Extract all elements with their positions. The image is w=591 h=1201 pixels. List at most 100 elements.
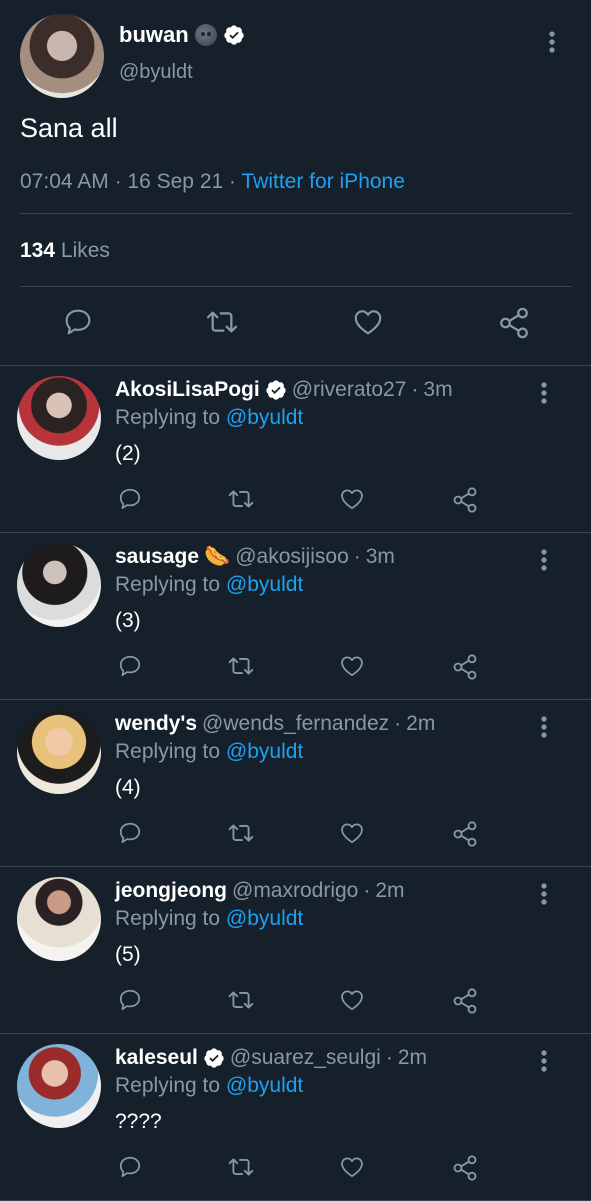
reply-header: wendy's @wends_fernandez · 2m [115,712,435,736]
handle[interactable]: @riverato27 [292,378,407,402]
tweet-meta: 07:04 AM · 16 Sep 21 · Twitter for iPhon… [20,170,405,194]
reply-header: kaleseul @suarez_seulgi · 2m [115,1046,427,1070]
reply-tweet[interactable]: jeongjeong @maxrodrigo · 2m Replying to … [0,866,591,1034]
reply-text: ???? [115,1110,162,1133]
reply-header: jeongjeong @maxrodrigo · 2m [115,879,405,903]
author-handle[interactable]: @byuldt [119,61,193,84]
display-name[interactable]: sausage [115,545,199,569]
separator: · [394,712,402,735]
reply-icon[interactable] [62,306,94,338]
reply-icon[interactable] [117,820,143,846]
share-icon[interactable] [451,1154,479,1182]
replying-to: Replying to @byuldt [115,1074,303,1098]
retweet-icon[interactable] [226,820,256,846]
display-name[interactable]: jeongjeong [115,879,227,903]
more-icon[interactable] [540,548,548,572]
reply-icon[interactable] [117,987,143,1013]
likes-count-link[interactable]: 134 Likes [20,239,110,263]
replying-to-handle[interactable]: @byuldt [226,406,303,429]
avatar[interactable] [17,877,101,961]
replying-to: Replying to @byuldt [115,740,303,764]
like-icon[interactable] [352,306,384,338]
reply-tweet[interactable]: wendy's @wends_fernandez · 2m Replying t… [0,699,591,867]
reply-header: AkosiLisaPogi @riverato27 · 3m [115,378,453,402]
reply-text: (3) [115,609,141,632]
replying-to: Replying to @byuldt [115,907,303,931]
replying-to-handle[interactable]: @byuldt [226,740,303,763]
replying-to-handle[interactable]: @byuldt [226,573,303,596]
share-icon[interactable] [497,306,531,340]
main-tweet: buwan @byuldt Sana all 07:04 AM · 16 Sep… [0,0,591,366]
separator: · [114,170,122,193]
reply-tweet[interactable]: sausage 🌭 @akosijisoo · 3m Replying to @… [0,532,591,700]
retweet-icon[interactable] [226,653,256,679]
retweet-icon[interactable] [226,486,256,512]
display-name[interactable]: wendy's [115,712,197,736]
verified-badge-icon [266,380,286,400]
avatar[interactable] [17,710,101,794]
like-icon[interactable] [339,1154,365,1180]
replying-to-handle[interactable]: @byuldt [226,907,303,930]
reply-icon[interactable] [117,653,143,679]
replying-to: Replying to @byuldt [115,573,303,597]
retweet-icon[interactable] [226,1154,256,1180]
like-icon[interactable] [339,987,365,1013]
emoji: 🌭 [204,545,231,568]
avatar[interactable] [20,14,104,98]
replying-label: Replying to [115,1074,221,1097]
more-icon[interactable] [540,715,548,739]
display-name[interactable]: kaleseul [115,1046,198,1070]
reply-tweet[interactable]: kaleseul @suarez_seulgi · 2m Replying to… [0,1033,591,1201]
more-icon[interactable] [540,1049,548,1073]
reply-icon[interactable] [117,486,143,512]
tweet-source-link[interactable]: Twitter for iPhone [242,170,405,193]
replying-label: Replying to [115,740,221,763]
handle[interactable]: @akosijisoo [235,545,349,569]
reply-time: 2m [375,879,405,902]
verified-badge-icon [224,25,244,45]
reply-header: sausage 🌭 @akosijisoo · 3m [115,545,395,569]
tweet-actions [0,306,591,346]
share-icon[interactable] [451,987,479,1015]
separator: · [353,545,361,568]
retweet-icon[interactable] [226,987,256,1013]
replying-label: Replying to [115,573,221,596]
handle[interactable]: @suarez_seulgi [230,1046,381,1070]
replying-label: Replying to [115,907,221,930]
reply-time: 3m [423,378,453,401]
tweet-time: 07:04 AM [20,170,109,193]
author-row: buwan [119,22,245,48]
display-name[interactable]: buwan [119,22,189,48]
more-icon[interactable] [540,882,548,906]
like-icon[interactable] [339,486,365,512]
share-icon[interactable] [451,820,479,848]
share-icon[interactable] [451,486,479,514]
replying-label: Replying to [115,406,221,429]
reply-text: (4) [115,776,141,799]
replying-to-handle[interactable]: @byuldt [226,1074,303,1097]
retweet-icon[interactable] [204,306,240,338]
new-moon-emoji-icon [194,24,217,46]
likes-count: 134 [20,239,56,262]
tweet-date: 16 Sep 21 [127,170,224,193]
replying-to: Replying to @byuldt [115,406,303,430]
like-icon[interactable] [339,820,365,846]
separator: · [229,170,237,193]
reply-text: (2) [115,442,141,465]
verified-badge-icon [204,1048,224,1068]
separator: · [411,378,419,401]
more-icon[interactable] [540,381,548,405]
divider [20,213,572,214]
reply-tweet[interactable]: AkosiLisaPogi @riverato27 · 3m Replying … [0,365,591,533]
handle[interactable]: @wends_fernandez [202,712,389,736]
display-name[interactable]: AkosiLisaPogi [115,378,260,402]
reply-icon[interactable] [117,1154,143,1180]
more-icon[interactable] [548,30,556,54]
like-icon[interactable] [339,653,365,679]
avatar[interactable] [17,1044,101,1128]
reply-time: 3m [365,545,395,568]
share-icon[interactable] [451,653,479,681]
avatar[interactable] [17,376,101,460]
handle[interactable]: @maxrodrigo [232,879,358,903]
avatar[interactable] [17,543,101,627]
